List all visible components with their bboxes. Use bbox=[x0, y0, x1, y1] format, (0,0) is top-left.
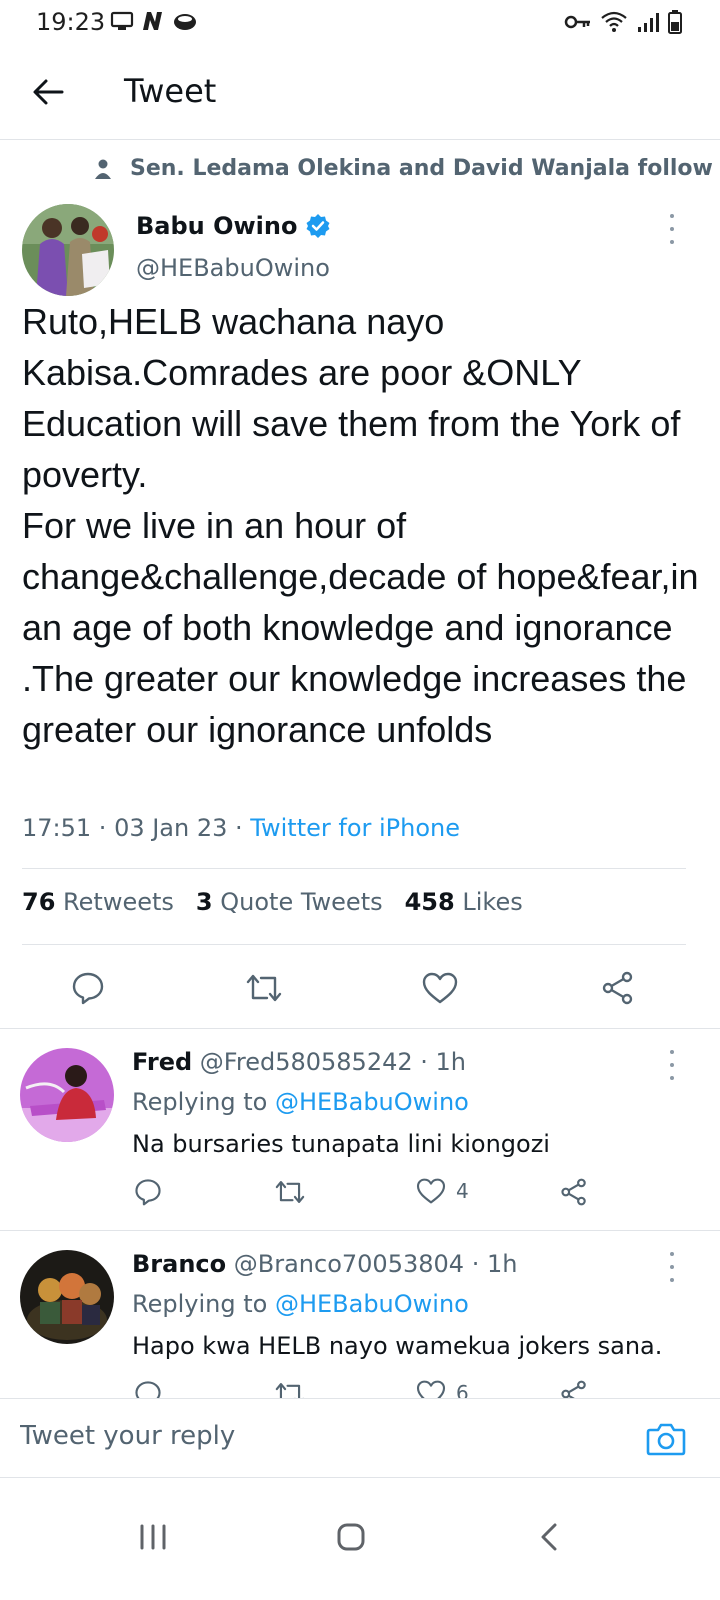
reply-more-options-button[interactable] bbox=[660, 1050, 684, 1080]
tweet-more-options-button[interactable] bbox=[660, 214, 684, 244]
replying-to-line: Replying to @HEBabuOwino bbox=[132, 1088, 469, 1116]
tweet-stats: 76 Retweets 3 Quote Tweets 458 Likes bbox=[22, 888, 523, 916]
retweet-icon bbox=[275, 1383, 304, 1398]
replying-to-mention[interactable]: @HEBabuOwino bbox=[275, 1088, 469, 1116]
replying-to-mention[interactable]: @HEBabuOwino bbox=[275, 1290, 469, 1318]
reply-avatar[interactable] bbox=[20, 1250, 114, 1344]
reply-retweet-button[interactable] bbox=[274, 1178, 306, 1206]
tweet-actions bbox=[0, 960, 720, 1016]
reply-share-button[interactable] bbox=[560, 1380, 588, 1398]
reply-composer bbox=[0, 1398, 720, 1478]
share-button[interactable] bbox=[598, 968, 638, 1008]
recent-apps-button[interactable] bbox=[128, 1512, 178, 1562]
chevron-left-icon bbox=[541, 1523, 557, 1551]
tweet-date: 03 Jan 23 bbox=[114, 814, 228, 842]
reply-icon bbox=[72, 972, 104, 1005]
retweet-button[interactable] bbox=[244, 968, 284, 1008]
social-context[interactable]: Sen. Ledama Olekina and David Wanjala fo… bbox=[94, 156, 713, 181]
social-context-text: Sen. Ledama Olekina and David Wanjala fo… bbox=[130, 156, 713, 181]
share-icon bbox=[561, 1178, 586, 1206]
recent-apps-icon bbox=[140, 1524, 166, 1550]
back-button[interactable] bbox=[26, 70, 70, 114]
reply-more-options-button[interactable] bbox=[660, 1252, 684, 1282]
back-arrow-icon bbox=[33, 79, 64, 105]
avatar[interactable] bbox=[22, 204, 114, 296]
replying-to-line: Replying to @HEBabuOwino bbox=[132, 1290, 469, 1318]
heart-icon bbox=[416, 1178, 446, 1204]
reply-author-name[interactable]: Fred bbox=[132, 1048, 192, 1076]
reply-text: Na bursaries tunapata lini kiongozi bbox=[132, 1130, 550, 1158]
reply-share-button[interactable] bbox=[560, 1178, 588, 1206]
reply-author-handle[interactable]: @Fred580585242 bbox=[200, 1048, 413, 1076]
replying-to-prefix: Replying to bbox=[132, 1088, 275, 1116]
share-icon bbox=[561, 1380, 586, 1398]
reply-author-line: Branco @Branco70053804 · 1h bbox=[132, 1250, 517, 1278]
reply-retweet-button[interactable] bbox=[274, 1380, 306, 1398]
quote-tweets-stat[interactable]: 3 Quote Tweets bbox=[196, 888, 383, 916]
camera-icon bbox=[646, 1423, 686, 1456]
divider bbox=[22, 944, 686, 945]
reply-tweet[interactable]: Branco @Branco70053804 · 1h Replying to … bbox=[0, 1230, 720, 1398]
retweet-icon bbox=[275, 1181, 305, 1203]
person-icon bbox=[95, 159, 111, 179]
battery-icon bbox=[668, 10, 682, 34]
divider bbox=[22, 868, 686, 869]
reply-actions: 4 bbox=[0, 1178, 720, 1214]
reply-author-line: Fred @Fred580585242 · 1h bbox=[132, 1048, 466, 1076]
reply-like-count: 4 bbox=[456, 1179, 469, 1203]
reply-age: · 1h bbox=[464, 1250, 518, 1278]
reply-age: · 1h bbox=[412, 1048, 466, 1076]
status-time: 19:23 bbox=[36, 8, 106, 36]
reply-icon bbox=[135, 1179, 161, 1206]
reply-button[interactable] bbox=[68, 968, 108, 1008]
reply-avatar[interactable] bbox=[20, 1048, 114, 1142]
likes-stat[interactable]: 458 Likes bbox=[405, 888, 523, 916]
tweet-source-link[interactable]: Twitter for iPhone bbox=[250, 814, 460, 842]
reply-tweet[interactable]: Fred @Fred580585242 · 1h Replying to @HE… bbox=[0, 1028, 720, 1230]
author-name-row[interactable]: Babu Owino bbox=[136, 212, 331, 240]
home-icon bbox=[337, 1523, 365, 1551]
meta-sep-1: · bbox=[91, 814, 115, 842]
status-notification-icons bbox=[110, 10, 198, 32]
share-icon bbox=[602, 971, 633, 1005]
meta-sep-2: · bbox=[227, 814, 251, 842]
reply-actions: 6 bbox=[0, 1380, 720, 1398]
n-notification-icon bbox=[143, 12, 162, 30]
heart-icon bbox=[416, 1380, 446, 1398]
verified-badge-icon bbox=[306, 214, 330, 238]
key-icon bbox=[564, 15, 590, 29]
heart-icon bbox=[422, 972, 458, 1004]
header: Tweet bbox=[0, 44, 720, 140]
reply-like-button[interactable]: 4 bbox=[416, 1178, 469, 1204]
app-notification-icon bbox=[174, 14, 196, 30]
reply-author-handle[interactable]: @Branco70053804 bbox=[234, 1250, 464, 1278]
system-navigation-bar bbox=[0, 1478, 720, 1600]
screen-icon bbox=[110, 11, 134, 30]
retweet-icon bbox=[246, 974, 282, 1002]
reply-like-button[interactable]: 6 bbox=[416, 1380, 469, 1398]
retweets-stat[interactable]: 76 Retweets bbox=[22, 888, 174, 916]
signal-icon bbox=[638, 13, 659, 32]
author-handle[interactable]: @HEBabuOwino bbox=[136, 254, 330, 282]
reply-like-count: 6 bbox=[456, 1381, 469, 1398]
home-button[interactable] bbox=[326, 1512, 376, 1562]
reply-reply-button[interactable] bbox=[134, 1178, 162, 1206]
like-button[interactable] bbox=[420, 968, 460, 1008]
tweet-time: 17:51 bbox=[22, 814, 92, 842]
reply-icon bbox=[135, 1381, 161, 1398]
wifi-icon bbox=[601, 11, 627, 32]
replying-to-prefix: Replying to bbox=[132, 1290, 275, 1318]
page-title: Tweet bbox=[124, 72, 217, 110]
camera-button[interactable] bbox=[646, 1421, 686, 1457]
status-system-icons bbox=[564, 10, 682, 34]
reply-reply-button[interactable] bbox=[134, 1380, 162, 1398]
tweet-text: Ruto,HELB wachana nayo Kabisa.Comrades a… bbox=[22, 301, 699, 750]
author-name: Babu Owino bbox=[136, 212, 298, 240]
reply-author-name[interactable]: Branco bbox=[132, 1250, 226, 1278]
reply-text: Hapo kwa HELB nayo wamekua jokers sana. bbox=[132, 1332, 663, 1360]
tweet-timestamp: 17:51 · 03 Jan 23 · Twitter for iPhone bbox=[22, 814, 460, 842]
reply-input[interactable] bbox=[20, 1421, 620, 1451]
system-back-button[interactable] bbox=[524, 1512, 574, 1562]
status-bar: 19:23 bbox=[0, 0, 720, 44]
